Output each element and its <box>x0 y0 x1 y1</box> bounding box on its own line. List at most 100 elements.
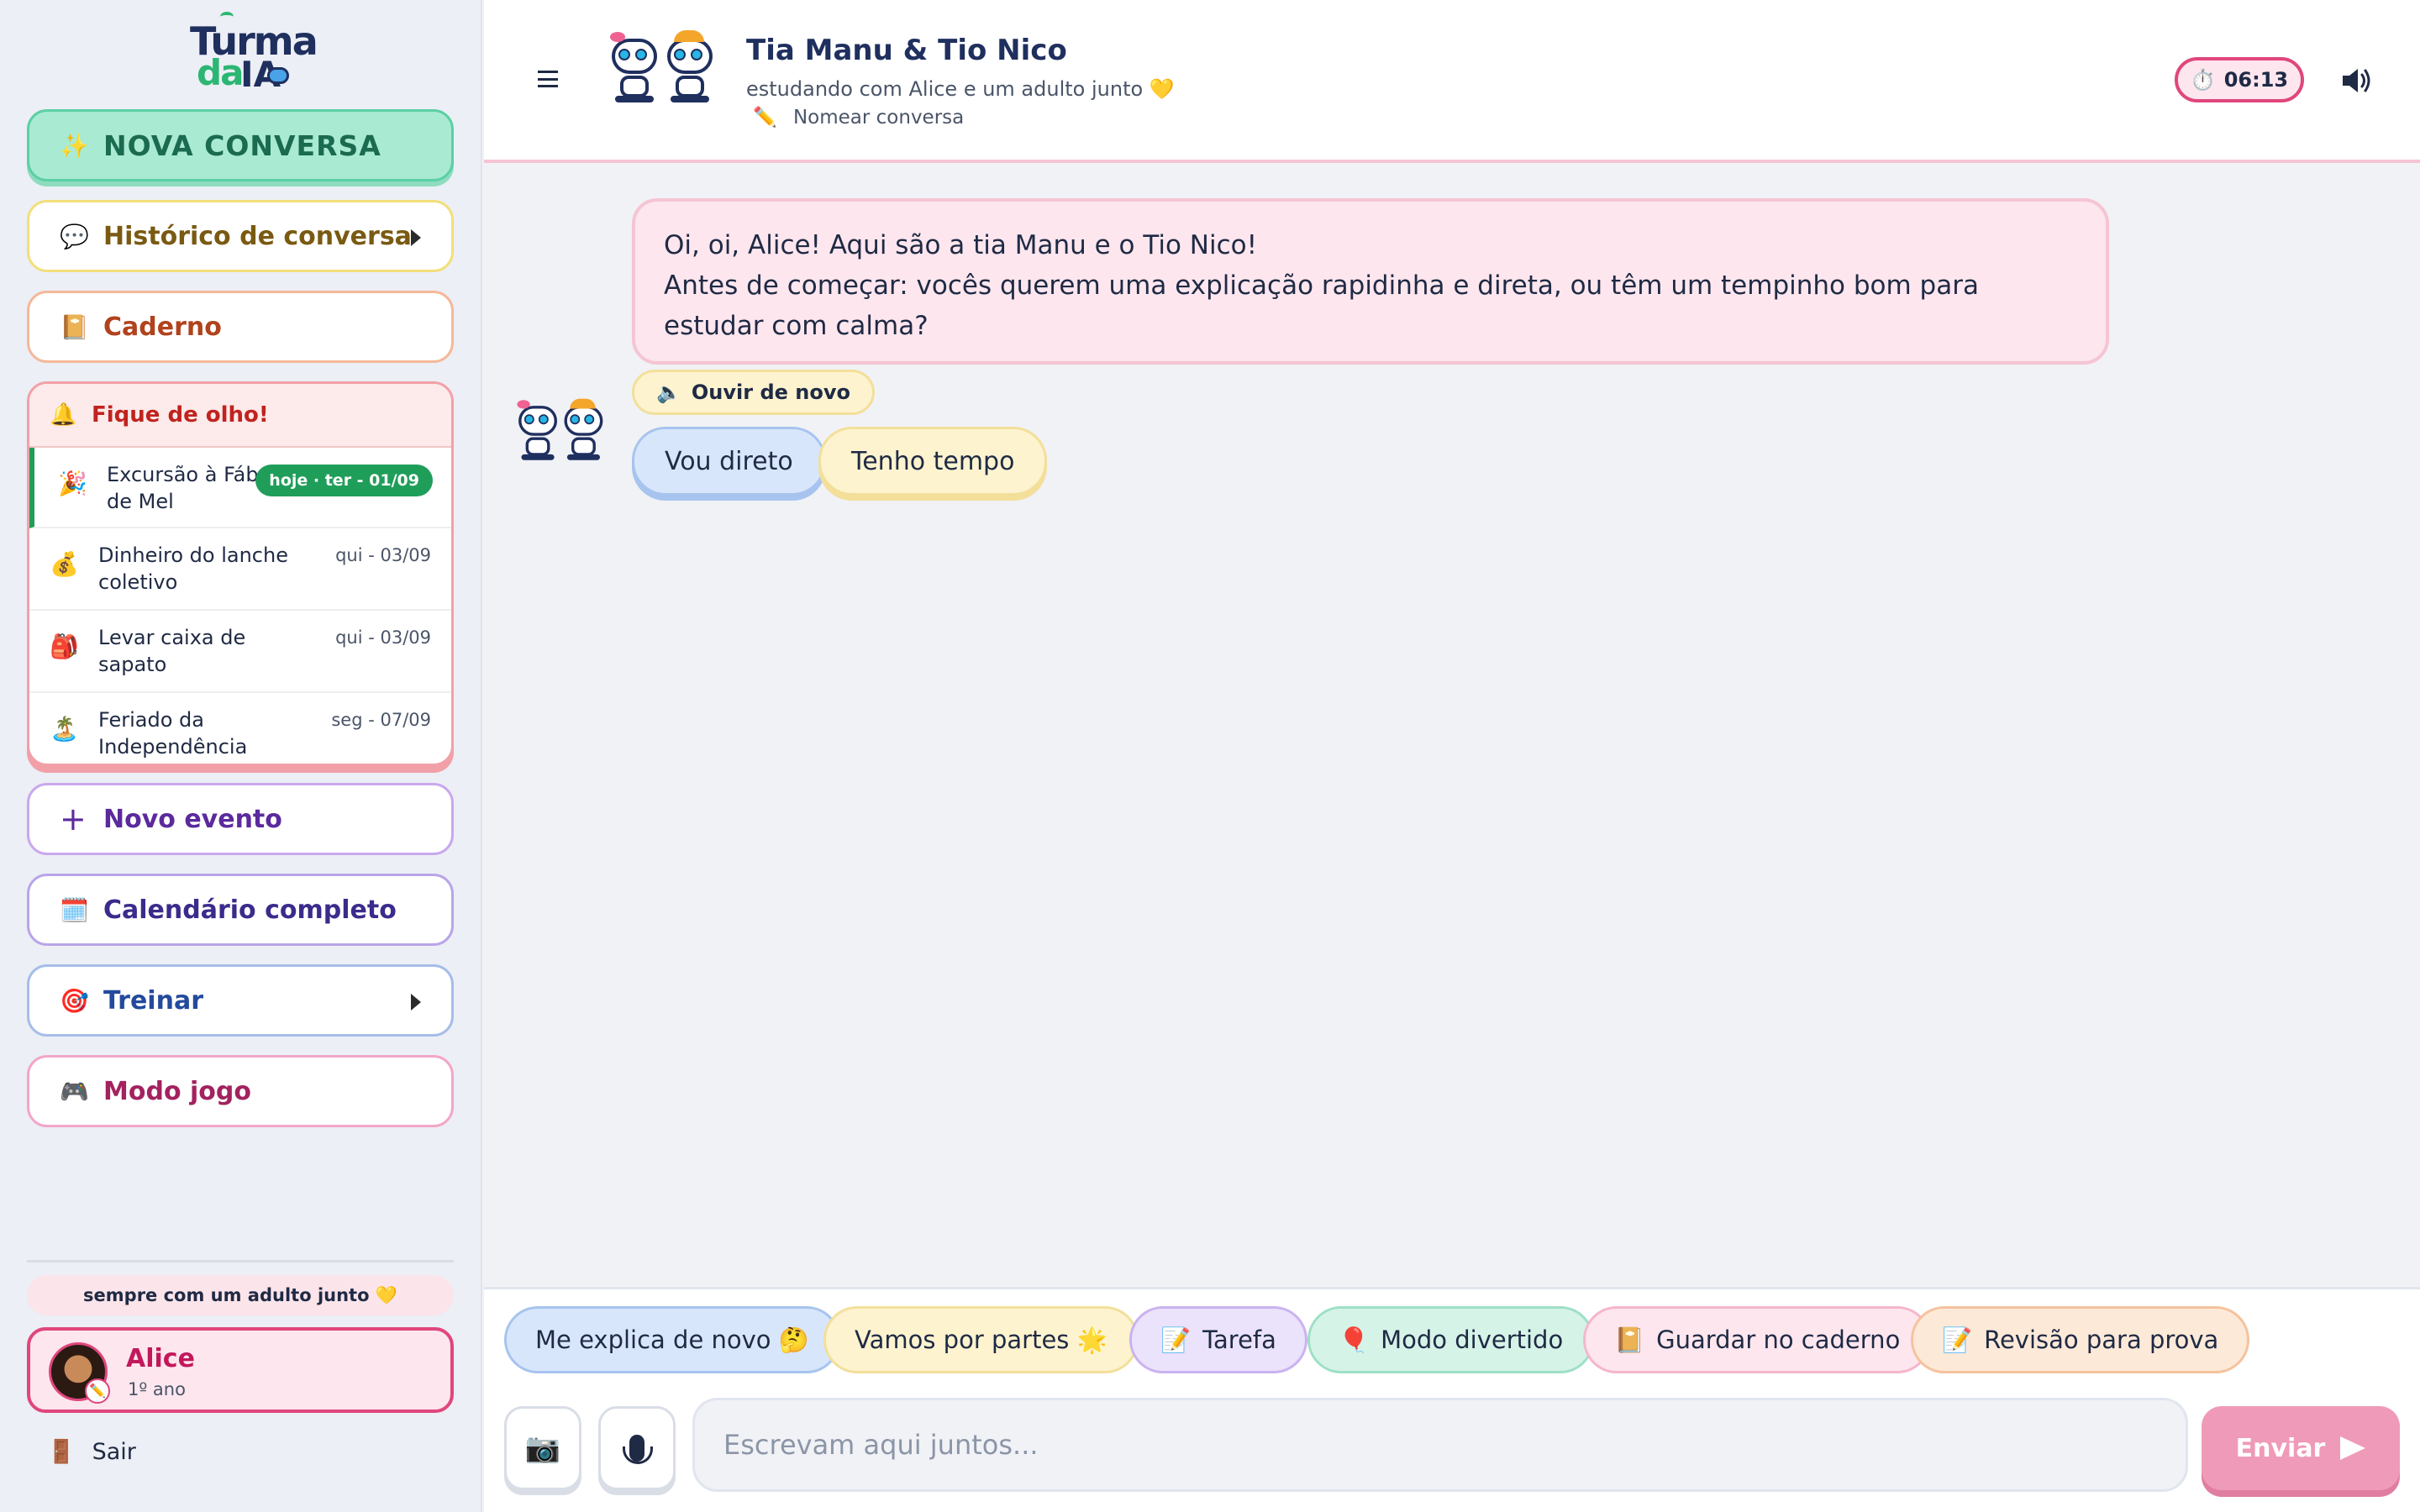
tutor-robots-avatar <box>607 30 724 106</box>
beach-icon: 🏝️ <box>50 715 79 743</box>
chip-label: Tarefa <box>1202 1326 1276 1354</box>
adult-note: sempre com um adulto junto 💛 <box>27 1275 454 1315</box>
game-mode-label: Modo jogo <box>103 1076 251 1106</box>
event-date: qui - 03/09 <box>335 627 431 648</box>
user-grade: 1º ano <box>128 1379 186 1399</box>
chat-header: Tia Manu & Tio Nico estudando com Alice … <box>484 0 2420 163</box>
event-item[interactable]: 🎒 Levar caixa de sapato qui - 03/09 <box>29 611 451 693</box>
sidebar-divider <box>27 1260 454 1263</box>
sparkles-icon: ✨ <box>60 131 90 160</box>
event-item[interactable]: 🎉 Excursão à Fábrica de Mel hoje · ter -… <box>29 448 451 528</box>
explain-again-chip[interactable]: Me explica de novo 🤔 <box>504 1306 840 1373</box>
app-logo[interactable]: Turma da IA <box>187 12 318 95</box>
user-name: Alice <box>126 1344 195 1373</box>
robot-manu-icon <box>607 32 660 104</box>
party-icon: 🎉 <box>58 470 87 497</box>
chat-area: Oi, oi, Alice! Aqui são a tia Manu e o T… <box>484 166 2420 1287</box>
chip-label: Me explica de novo 🤔 <box>535 1325 809 1354</box>
train-label: Treinar <box>103 985 203 1016</box>
notebook-icon: 📔 <box>1614 1325 1645 1354</box>
step-by-step-chip[interactable]: Vamos por partes 🌟 <box>823 1306 1139 1373</box>
message-line: Antes de começar: vocês querem uma expli… <box>664 270 1979 341</box>
listen-again-label: Ouvir de novo <box>691 381 850 404</box>
chevron-right-icon <box>411 994 421 1011</box>
event-date: seg - 07/09 <box>331 710 431 730</box>
logo-text-da: da <box>197 52 244 93</box>
notebook-button[interactable]: 📔 Caderno <box>27 291 454 363</box>
avatar: ✏️ <box>49 1342 110 1404</box>
new-event-button[interactable]: + Novo evento <box>27 783 454 855</box>
robot-manu-icon <box>514 400 560 461</box>
event-date: qui - 03/09 <box>335 545 431 565</box>
message-line: Oi, oi, Alice! Aqui são a tia Manu e o T… <box>664 230 1258 260</box>
homework-chip[interactable]: 📝 Tarefa <box>1129 1306 1307 1373</box>
speech-bubble-icon: 💬 <box>60 222 89 250</box>
game-mode-button[interactable]: 🎮 Modo jogo <box>27 1055 454 1127</box>
send-button[interactable]: Enviar <box>2202 1406 2400 1490</box>
microphone-button[interactable] <box>598 1406 676 1490</box>
new-chat-button[interactable]: ✨ NOVA CONVERSA <box>27 109 454 181</box>
quick-actions-bar: Me explica de novo 🤔 Vamos por partes 🌟 … <box>484 1287 2420 1384</box>
choice-have-time-button[interactable]: Tenho tempo <box>818 427 1048 496</box>
fun-mode-chip[interactable]: 🎈 Modo divertido <box>1307 1306 1595 1373</box>
send-arrow-icon <box>2340 1436 2366 1460</box>
calendar-button[interactable]: 🗓️ Calendário completo <box>27 874 454 946</box>
gamepad-icon: 🎮 <box>60 1077 89 1105</box>
event-item[interactable]: 💰 Dinheiro do lanche coletivo qui - 03/0… <box>29 528 451 611</box>
plus-icon: + <box>60 801 87 837</box>
choice-go-direct-button[interactable]: Vou direto <box>632 427 826 496</box>
camera-icon: 📷 <box>524 1431 561 1465</box>
notebook-label: Caderno <box>103 312 222 342</box>
new-event-label: Novo evento <box>103 804 282 834</box>
speaker-icon[interactable] <box>2339 66 2373 96</box>
history-label: Histórico de conversa <box>103 221 412 251</box>
event-label: Dinheiro do lanche coletivo <box>98 543 288 594</box>
stopwatch-icon: ⏱️ <box>2190 68 2216 92</box>
chip-label: Modo divertido <box>1381 1326 1564 1354</box>
composer: 📷 Enviar <box>484 1384 2420 1512</box>
tutor-message: Oi, oi, Alice! Aqui são a tia Manu e o T… <box>632 198 2109 365</box>
alerts-title: Fique de olho! <box>92 402 269 428</box>
user-card[interactable]: ✏️ Alice 1º ano <box>27 1327 454 1413</box>
chip-label: Revisão para prova <box>1984 1326 2219 1354</box>
chat-title: Tia Manu & Tio Nico <box>746 34 1067 67</box>
pencil-icon: ✏️ <box>753 107 777 129</box>
train-button[interactable]: 🎯 Treinar <box>27 964 454 1037</box>
rename-chat-button[interactable]: ✏️ Nomear conversa <box>753 106 964 129</box>
session-timer: ⏱️ 06:13 <box>2175 57 2304 102</box>
backpack-icon: 🎒 <box>50 633 79 660</box>
alerts-panel: 🔔 Fique de olho! 🎉 Excursão à Fábrica de… <box>27 381 454 766</box>
bell-icon: 🔔 <box>50 402 77 428</box>
event-label: Levar caixa de sapato <box>98 626 246 676</box>
alerts-header: 🔔 Fique de olho! <box>29 384 451 448</box>
chip-label: Vamos por partes 🌟 <box>855 1325 1107 1354</box>
test-review-chip[interactable]: 📝 Revisão para prova <box>1911 1306 2250 1373</box>
balloon-icon: 🎈 <box>1339 1325 1370 1354</box>
calendar-label: Calendário completo <box>103 895 397 925</box>
robot-nico-icon <box>560 398 605 461</box>
pencil-icon: ✏️ <box>85 1378 110 1404</box>
history-button[interactable]: 💬 Histórico de conversa <box>27 200 454 272</box>
logout-button[interactable]: 🚪 Sair <box>47 1438 136 1466</box>
money-bag-icon: 💰 <box>50 550 79 578</box>
new-chat-label: NOVA CONVERSA <box>103 129 381 162</box>
notebook-icon: 📔 <box>60 312 89 341</box>
tutor-avatar <box>514 398 605 461</box>
save-to-notebook-chip[interactable]: 📔 Guardar no caderno <box>1583 1306 1932 1373</box>
memo-icon: 📝 <box>1160 1325 1192 1354</box>
event-item[interactable]: 🏝️ Feriado da Independência seg - 07/09 <box>29 693 451 764</box>
speaker-low-icon: 🔈 <box>656 381 681 404</box>
chat-subtitle: estudando com Alice e um adulto junto 💛 <box>746 77 1175 101</box>
event-label: Feriado da Independência <box>98 708 248 759</box>
door-icon: 🚪 <box>47 1439 76 1465</box>
camera-button[interactable]: 📷 <box>504 1406 581 1490</box>
memo-icon: 📝 <box>1942 1325 1973 1354</box>
message-input[interactable] <box>692 1398 2188 1492</box>
target-icon: 🎯 <box>60 986 89 1015</box>
timer-value: 06:13 <box>2223 68 2289 92</box>
listen-again-button[interactable]: 🔈 Ouvir de novo <box>632 370 875 415</box>
chevron-right-icon <box>411 229 421 246</box>
sidebar: Turma da IA ✨ NOVA CONVERSA 💬 Histórico … <box>0 0 482 1512</box>
chip-label: Guardar no caderno <box>1656 1326 1901 1354</box>
hamburger-menu-icon[interactable] <box>538 71 558 87</box>
